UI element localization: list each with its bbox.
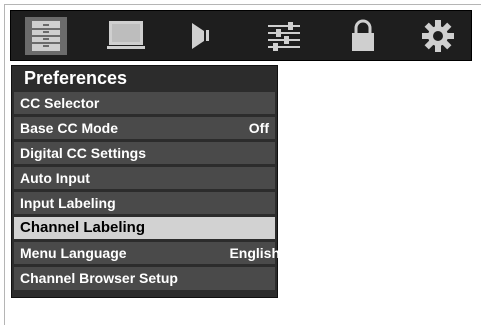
menu-item-digital-cc-settings[interactable]: Digital CC Settings [14,142,275,164]
menu-item-channel-labeling[interactable]: Channel Labeling [14,217,275,239]
gear-icon[interactable] [415,17,461,55]
menu-item-label: Base CC Mode [20,120,119,136]
menu-items: CC Selector Base CC Mode Off Digital CC … [14,92,280,293]
menu-item-value: Off [248,120,269,136]
menu-item-label: Channel Labeling [20,219,146,236]
frame-border-top [4,4,481,5]
menu-item-base-cc-mode[interactable]: Base CC Mode Off [14,117,275,139]
settings-sliders-icon[interactable] [261,17,307,55]
menu-icon-bar [10,10,472,61]
preferences-menu: Preferences CC Selector Base CC Mode Off… [11,65,280,298]
lock-icon[interactable] [340,17,386,55]
menu-item-channel-browser-setup[interactable]: Channel Browser Setup [14,267,275,290]
menu-item-label: Channel Browser Setup [20,270,178,286]
picture-icon[interactable] [103,17,149,55]
menu-item-menu-language[interactable]: Menu Language English [14,242,280,264]
menu-item-cc-selector[interactable]: CC Selector [14,92,275,114]
menu-item-value: English [229,245,280,261]
menu-item-label: Input Labeling [20,195,116,211]
menu-item-label: Menu Language [20,245,127,261]
menu-item-label: Auto Input [20,170,90,186]
menu-item-auto-input[interactable]: Auto Input [14,167,275,189]
menu-item-input-labeling[interactable]: Input Labeling [14,192,275,214]
audio-icon[interactable] [180,17,226,55]
frame-border-left [4,4,5,325]
menu-title: Preferences [24,68,128,88]
menu-item-label: CC Selector [20,95,100,111]
setup-icon[interactable] [23,17,69,55]
menu-item-label: Digital CC Settings [20,145,147,161]
